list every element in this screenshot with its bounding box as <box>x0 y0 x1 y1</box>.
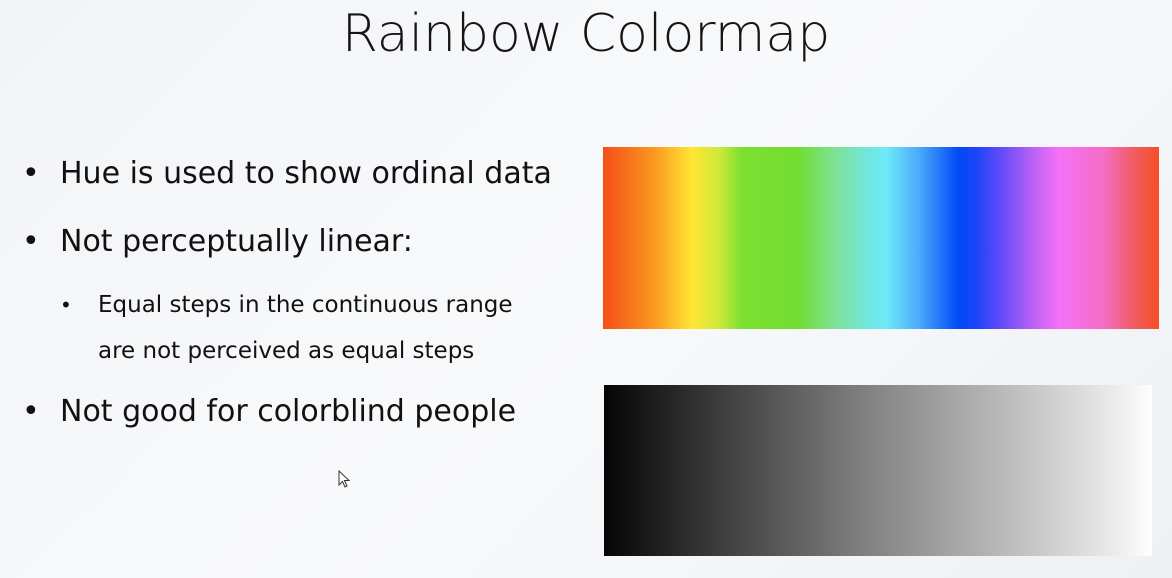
bullet-colorblind: • Not good for colorblind people <box>22 394 517 429</box>
bullet-linear: • Not perceptually linear: <box>22 224 413 259</box>
slide-title: Rainbow Colormap <box>341 4 831 64</box>
bullet-text: Not perceptually linear: <box>60 224 413 259</box>
bullet-dot: • <box>60 293 72 317</box>
sub-bullet: • Equal steps in the continuous range ar… <box>60 282 513 374</box>
bullet-hue: • Hue is used to show ordinal data <box>22 156 552 191</box>
rainbow-colormap-bar <box>603 147 1159 329</box>
sub-bullet-line: Equal steps in the continuous range <box>98 292 513 318</box>
bullet-text: Hue is used to show ordinal data <box>60 156 552 191</box>
bullet-text: Not good for colorblind people <box>60 394 517 429</box>
sub-bullet-line: are not perceived as equal steps <box>98 338 475 364</box>
bullet-dot: • <box>22 156 40 191</box>
grayscale-colormap-bar <box>604 385 1152 556</box>
bullet-dot: • <box>22 394 40 429</box>
bullet-dot: • <box>22 224 40 259</box>
mouse-cursor-icon <box>338 470 351 488</box>
